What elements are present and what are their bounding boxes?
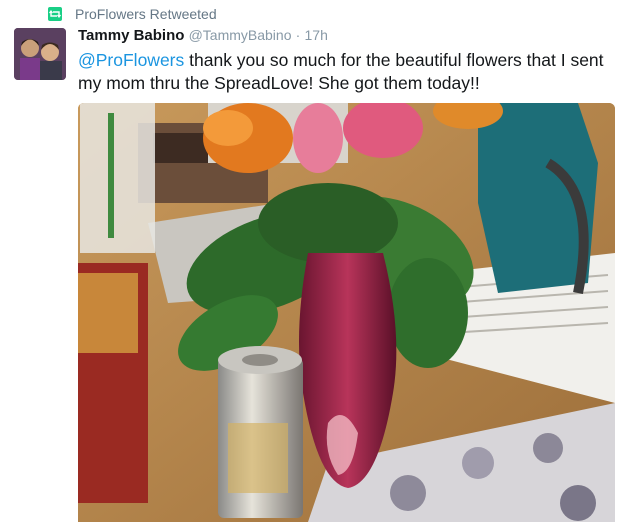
tweet-text: @ProFlowers thank you so much for the be… (78, 49, 618, 95)
tweet-timestamp[interactable]: 17h (305, 27, 328, 43)
author-handle[interactable]: @TammyBabino (189, 27, 292, 43)
tweet-photo[interactable] (78, 103, 615, 522)
tweet-header: Tammy Babino @TammyBabino · 17h (78, 27, 328, 44)
mention-link[interactable]: @ProFlowers (78, 50, 184, 70)
header-separator: · (295, 27, 301, 43)
avatar[interactable] (14, 28, 66, 80)
retweet-icon (48, 7, 62, 21)
retweet-context[interactable]: ProFlowers Retweeted (48, 5, 217, 23)
retweet-label[interactable]: ProFlowers Retweeted (75, 6, 217, 22)
author-name[interactable]: Tammy Babino (78, 27, 184, 44)
